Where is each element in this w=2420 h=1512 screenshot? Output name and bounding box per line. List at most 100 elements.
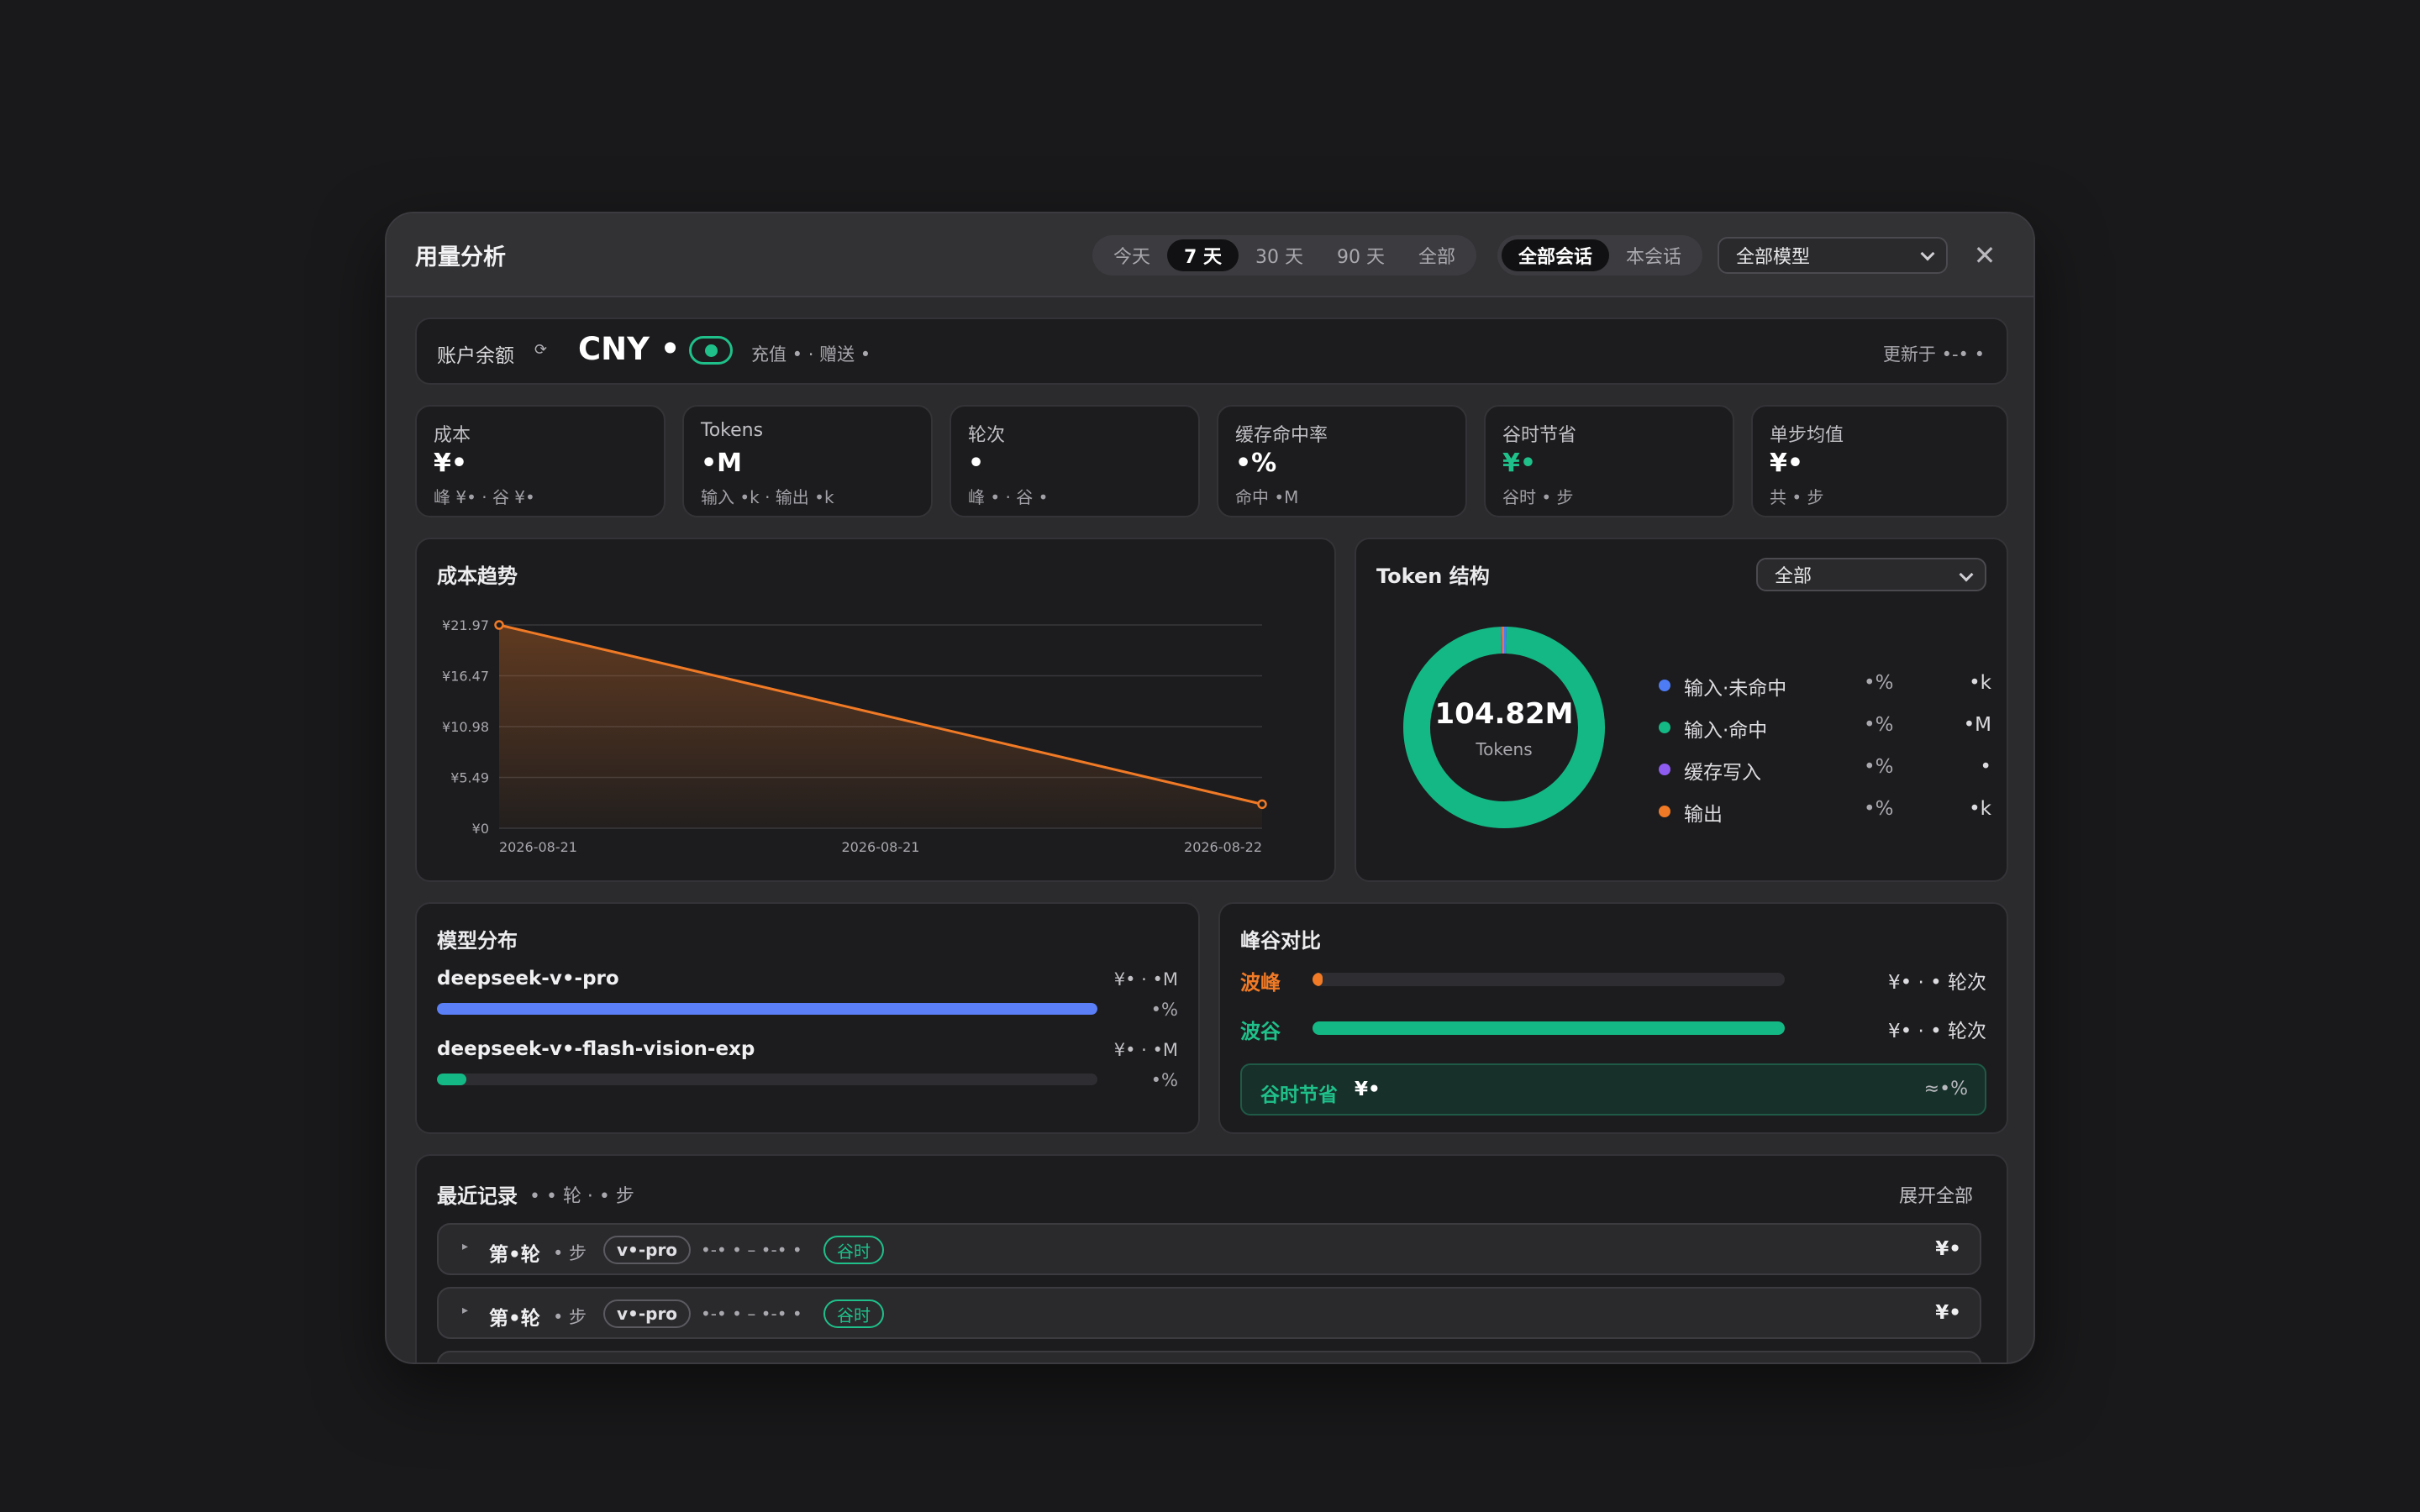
stat-label: Tokens <box>701 420 764 441</box>
x-tick-label: 2026-08-22 <box>1184 839 1262 855</box>
peak-bar-fill <box>1313 973 1323 986</box>
cost-trend-card: 成本趋势 ¥21.97 ¥16.47 ¥10.98 ¥5.49 ¥0 2026-08-21… <box>415 538 1336 882</box>
saving-label: 谷时节省 <box>1260 1084 1338 1106</box>
stat-sub: 输入 •k · 输出 •k <box>701 487 834 507</box>
record-cost: ¥• <box>1935 1238 1961 1260</box>
model-name: deepseek-v•-pro <box>437 968 619 990</box>
dialog-header: 用量分析 今天 7 天 30 天 90 天 全部 全部会话 本会话 全部模型 ✕ <box>387 213 2033 297</box>
stat-card-cost: 成本 ¥• 峰 ¥• · 谷 ¥• <box>415 405 666 517</box>
record-model-badge: v•-pro <box>603 1299 692 1328</box>
stat-card-valley-saving: 谷时节省 ¥• 谷时 • 步 <box>1484 405 1734 517</box>
scope-selector: 全部会话 本会话 <box>1497 235 1703 276</box>
stat-card-cache-hit: 缓存命中率 •% 命中 •M <box>1217 405 1467 517</box>
range-7d[interactable]: 7 天 <box>1167 239 1239 271</box>
record-cost: ¥• <box>1935 1302 1961 1324</box>
y-tick-label: ¥10.98 <box>442 719 489 735</box>
legend-dot <box>1659 806 1670 817</box>
range-today[interactable]: 今天 <box>1097 239 1167 271</box>
record-row[interactable]: ▸ 第•轮 • 步 v•-pro •-• • – •-• • 谷时 ¥• <box>437 1223 1981 1275</box>
records-title: 最近记录 <box>437 1184 518 1208</box>
scope-all-sessions[interactable]: 全部会话 <box>1502 239 1610 271</box>
model-bar-fill <box>437 1003 1097 1015</box>
model-pct: •% <box>1150 1070 1178 1090</box>
token-structure-card: Token 结构 全部 104.82M Tokens 输入·未命中 •% •k 输入·… <box>1355 538 2008 882</box>
token-total: 104.82M <box>1434 697 1574 731</box>
record-steps: • 步 <box>553 1307 587 1327</box>
peak-value: ¥• · • 轮次 <box>1887 972 1986 994</box>
peak-label: 波峰 <box>1240 971 1281 995</box>
token-filter-select[interactable]: 全部 <box>1756 558 1986 591</box>
cost-point[interactable] <box>1257 799 1267 810</box>
balance-label: 账户余额 <box>437 345 514 367</box>
balance-updated: 更新于 •-• • <box>1882 344 1985 365</box>
stat-value: ¥• <box>434 449 468 478</box>
saving-amount: ¥• <box>1355 1079 1381 1100</box>
stat-label: 谷时节省 <box>1502 425 1577 446</box>
model-name: deepseek-v•-flash-vision-exp <box>437 1038 755 1060</box>
range-all[interactable]: 全部 <box>1402 239 1472 271</box>
recent-records-card: 最近记录 • • 轮 · • 步 展开全部 ▸ 第•轮 • 步 v•-pro •… <box>415 1154 2008 1362</box>
record-time: •-• • – •-• • <box>701 1240 802 1260</box>
record-turn: 第•轮 <box>489 1244 540 1266</box>
legend-item: 缓存写入 •% • <box>1659 756 1991 784</box>
token-total-label: Tokens <box>1476 739 1533 759</box>
valley-bar-track <box>1313 1021 1785 1035</box>
legend-item: 输入·未命中 •% •k <box>1659 672 1991 700</box>
legend-value: •k <box>1969 672 1991 694</box>
legend-dot <box>1659 764 1670 775</box>
model-dist-card: 模型分布 deepseek-v•-pro ¥• · •M •% deepseek… <box>415 902 1200 1134</box>
balance-detail: 充值 • · 赠送 • <box>751 344 871 365</box>
stat-label: 轮次 <box>968 425 1006 446</box>
token-structure-title: Token 结构 <box>1376 564 1490 588</box>
legend-item: 输入·命中 •% •M <box>1659 714 1991 742</box>
stat-label: 单步均值 <box>1770 425 1844 446</box>
y-tick-label: ¥0 <box>472 821 489 837</box>
dialog-title: 用量分析 <box>415 244 506 270</box>
scope-this-session[interactable]: 本会话 <box>1609 239 1698 271</box>
record-row[interactable]: ▸ 第•轮 • 步 v•-pro •-• • – •-• • 谷时 ¥• <box>437 1287 1981 1339</box>
donut-center: 104.82M Tokens <box>1403 697 1605 759</box>
legend-pct: •% <box>1864 714 1894 736</box>
record-model-badge: v•-pro <box>603 1236 692 1264</box>
model-cost: ¥• · •M <box>1113 969 1178 990</box>
legend-pct: •% <box>1864 756 1894 778</box>
balance-bar: 账户余额 ⟳ CNY • 充值 • · 赠送 • 更新于 •-• • <box>415 318 2008 385</box>
model-filter-select[interactable]: 全部模型 <box>1718 237 1948 274</box>
close-icon[interactable]: ✕ <box>1968 239 2002 272</box>
stat-value: •M <box>701 449 743 478</box>
y-tick-label: ¥21.97 <box>442 617 489 633</box>
x-tick-label: 2026-08-21 <box>842 839 920 855</box>
legend-value: •M <box>1963 714 1991 736</box>
caret-right-icon[interactable]: ▸ <box>462 1304 468 1317</box>
range-30d[interactable]: 30 天 <box>1239 239 1320 271</box>
y-tick-label: ¥5.49 <box>450 770 489 786</box>
stat-sub: 命中 •M <box>1235 487 1299 507</box>
legend-pct: •% <box>1864 672 1894 694</box>
chevron-down-icon <box>1920 246 1935 261</box>
model-dist-title: 模型分布 <box>437 929 518 953</box>
cost-trend-chart: ¥21.97 ¥16.47 ¥10.98 ¥5.49 ¥0 2026-08-21 2026-… <box>442 617 1267 855</box>
range-90d[interactable]: 90 天 <box>1320 239 1402 271</box>
refresh-icon[interactable]: ⟳ <box>534 341 547 359</box>
model-cost: ¥• · •M <box>1113 1040 1178 1060</box>
record-steps: • 步 <box>553 1243 587 1263</box>
peak-bar-track <box>1313 973 1785 986</box>
caret-right-icon[interactable]: ▸ <box>462 1240 468 1253</box>
peak-valley-card: 峰谷对比 波峰 ¥• · • 轮次 波谷 ¥• · • 轮次 谷时节省 ¥• ≈… <box>1218 902 2008 1134</box>
stat-value: •% <box>1235 449 1277 478</box>
peak-valley-title: 峰谷对比 <box>1240 929 1321 953</box>
expand-all-button[interactable]: 展开全部 <box>1899 1181 1973 1208</box>
stat-value: ¥• <box>1770 449 1804 478</box>
balance-amount: CNY • <box>578 331 681 367</box>
valley-label: 波谷 <box>1240 1020 1281 1043</box>
legend-dot <box>1659 680 1670 691</box>
cost-point[interactable] <box>494 620 504 630</box>
record-row-partial[interactable] <box>437 1351 1981 1362</box>
record-valley-tag: 谷时 <box>823 1236 884 1264</box>
legend-pct: •% <box>1864 798 1894 820</box>
valley-value: ¥• · • 轮次 <box>1887 1021 1986 1042</box>
stat-card-tokens: Tokens •M 输入 •k · 输出 •k <box>682 405 933 517</box>
saving-ratio: ≈•% <box>1923 1079 1968 1100</box>
records-count: • • 轮 · • 步 <box>529 1186 634 1207</box>
balance-toggle[interactable] <box>689 336 733 365</box>
